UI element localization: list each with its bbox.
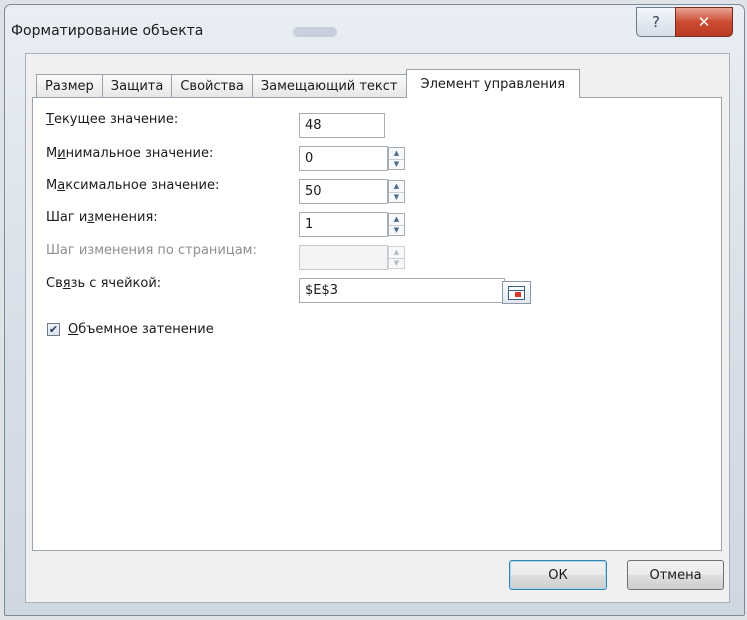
- step-spinner[interactable]: ▲ ▼: [388, 213, 405, 236]
- spin-down-arrow-icon[interactable]: ▼: [389, 225, 404, 236]
- page-step-spinner: ▲ ▼: [388, 246, 405, 269]
- cell-reference-button[interactable]: [502, 281, 531, 304]
- tab-control[interactable]: Элемент управления: [405, 69, 581, 98]
- spin-down-arrow-icon[interactable]: ▼: [389, 159, 404, 170]
- spin-down-arrow-icon[interactable]: ▼: [389, 192, 404, 203]
- tab-protection[interactable]: Защита: [101, 74, 173, 98]
- cancel-button[interactable]: Отмена: [627, 560, 724, 590]
- format-object-dialog: Форматирование объекта ? ✕ Размер Защита…: [4, 4, 745, 616]
- close-button[interactable]: ✕: [675, 7, 733, 37]
- max-value-spinner[interactable]: ▲ ▼: [388, 180, 405, 203]
- max-value-field[interactable]: 50: [299, 179, 388, 204]
- current-value-field[interactable]: 48: [299, 113, 385, 138]
- tab-alt-text[interactable]: Замещающий текст: [251, 74, 407, 98]
- tab-properties[interactable]: Свойства: [171, 74, 253, 98]
- shading-label[interactable]: Объемное затенение: [68, 322, 214, 337]
- title-bar[interactable]: Форматирование объекта ? ✕: [5, 5, 744, 47]
- step-field[interactable]: 1: [299, 212, 388, 237]
- page-step-field: [299, 245, 388, 270]
- shading-checkbox[interactable]: ✔: [47, 323, 60, 336]
- help-button[interactable]: ?: [636, 7, 676, 37]
- cell-reference-icon: [508, 285, 525, 300]
- control-tab-panel: Текущее значение: 48 Минимальное значени…: [32, 97, 722, 551]
- checkmark-icon: ✔: [48, 323, 59, 336]
- dialog-content: Размер Защита Свойства Замещающий текст …: [25, 53, 730, 603]
- cell-link-field[interactable]: $E$3: [299, 278, 505, 303]
- tab-strip: Размер Защита Свойства Замещающий текст …: [36, 69, 581, 98]
- window-title: Форматирование объекта: [11, 23, 204, 39]
- min-value-label: Минимальное значение:: [46, 146, 214, 161]
- current-value-label: Текущее значение:: [46, 112, 179, 127]
- tab-size[interactable]: Размер: [36, 74, 103, 98]
- min-value-spinner[interactable]: ▲ ▼: [388, 147, 405, 170]
- page-step-label: Шаг изменения по страницам:: [46, 243, 257, 258]
- step-label: Шаг изменения:: [46, 210, 158, 225]
- title-blur-decoration: [293, 27, 337, 37]
- min-value-field[interactable]: 0: [299, 146, 388, 171]
- ok-button[interactable]: ОК: [509, 560, 607, 590]
- max-value-label: Максимальное значение:: [46, 178, 220, 193]
- spin-down-arrow-icon: ▼: [393, 258, 400, 267]
- help-icon: ?: [652, 13, 660, 31]
- cell-link-label: Связь с ячейкой:: [46, 276, 162, 291]
- close-icon: ✕: [697, 13, 711, 31]
